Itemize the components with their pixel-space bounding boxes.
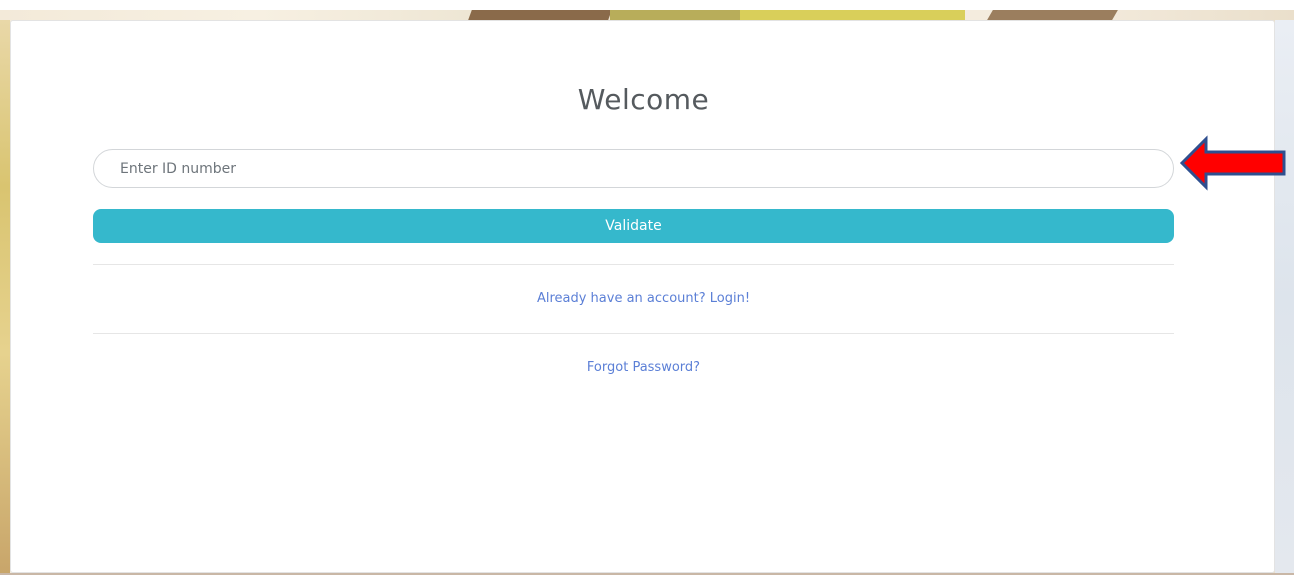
left-arrow-icon xyxy=(1179,135,1286,191)
forgot-password-link[interactable]: Forgot Password? xyxy=(11,360,1276,375)
id-number-input[interactable] xyxy=(93,149,1174,188)
background-photo-right xyxy=(1275,20,1294,575)
divider xyxy=(93,333,1174,334)
login-link[interactable]: Already have an account? Login! xyxy=(11,291,1276,306)
page-title: Welcome xyxy=(577,83,710,116)
divider xyxy=(93,264,1174,265)
validate-button[interactable]: Validate xyxy=(93,209,1174,243)
background-photo-top xyxy=(0,10,1294,20)
login-card: Welcome Validate Already have an account… xyxy=(10,20,1275,573)
background-photo-left xyxy=(0,20,10,575)
